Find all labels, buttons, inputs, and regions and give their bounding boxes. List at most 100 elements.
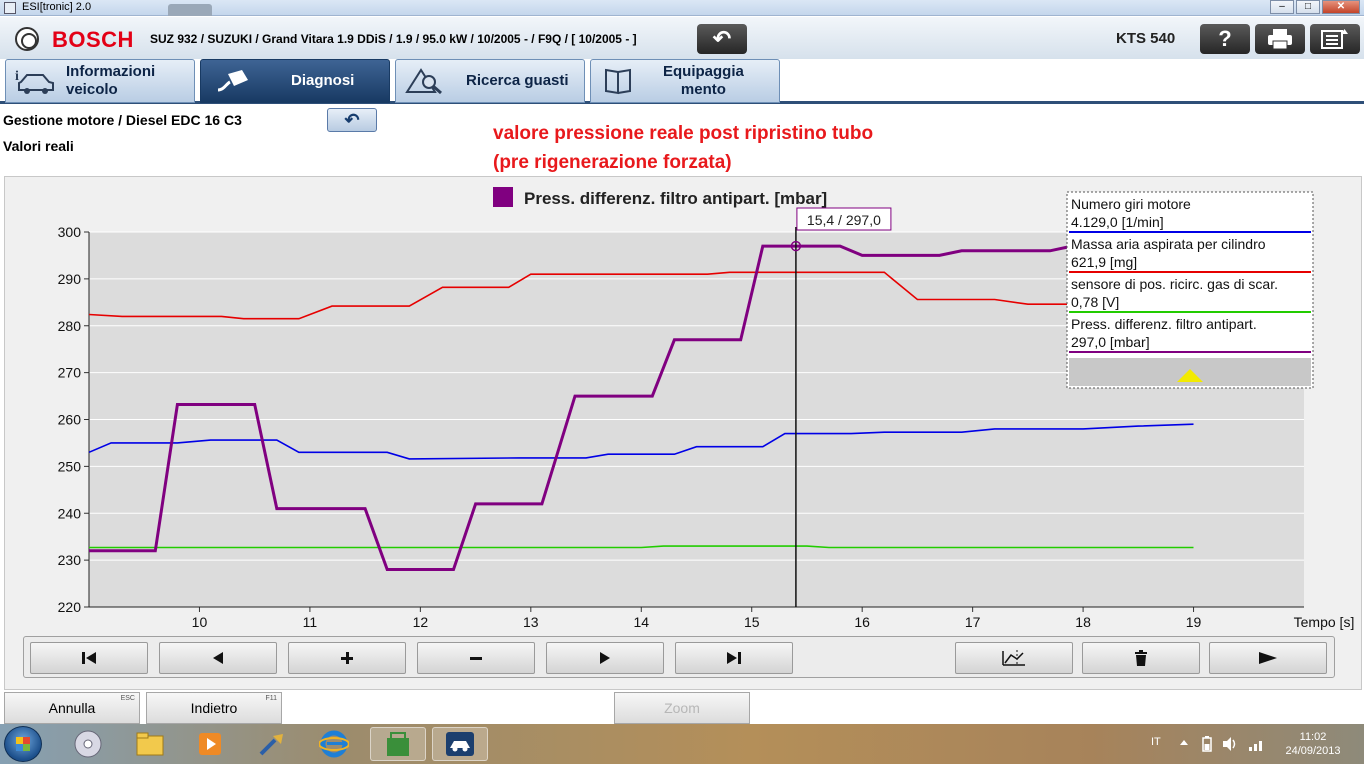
annotation-line-1: valore pressione reale post ripristino t… bbox=[493, 123, 874, 144]
chart-title-marker bbox=[493, 187, 513, 207]
tab-vehicle-info-line1: Informazioni bbox=[66, 63, 156, 80]
taskbar-media-player[interactable] bbox=[182, 727, 238, 761]
zoom-in-button[interactable] bbox=[288, 642, 406, 674]
x-tick-label: 19 bbox=[1186, 614, 1202, 630]
media-player-icon bbox=[199, 733, 221, 755]
chart-title: Press. differenz. filtro antipart. [mbar… bbox=[524, 189, 827, 208]
system-clock[interactable]: 11:02 24/09/2013 bbox=[1280, 730, 1346, 758]
trigger-button[interactable] bbox=[955, 642, 1073, 674]
print-button[interactable] bbox=[1255, 24, 1305, 54]
tab-equipment-line1: Equipaggia bbox=[663, 63, 744, 80]
x-tick-label: 13 bbox=[523, 614, 539, 630]
x-tick-label: 17 bbox=[965, 614, 981, 630]
value-panel-item-value: 621,9 [mg] bbox=[1071, 254, 1137, 270]
run-button[interactable] bbox=[1209, 642, 1327, 674]
y-tick-label: 240 bbox=[58, 505, 82, 521]
y-tick-label: 290 bbox=[58, 271, 82, 287]
taskbar-internet-explorer[interactable] bbox=[306, 727, 362, 761]
store-icon bbox=[387, 732, 409, 756]
tab-diagnosis[interactable]: Diagnosi bbox=[200, 59, 390, 103]
tools-icon bbox=[259, 734, 283, 756]
diagnostic-plug-icon bbox=[207, 65, 253, 97]
y-tick-label: 230 bbox=[58, 552, 82, 568]
minimize-button[interactable]: – bbox=[1270, 0, 1294, 14]
tab-diagnosis-line1: Diagnosi bbox=[291, 72, 355, 89]
go-last-button[interactable] bbox=[675, 642, 793, 674]
main-tabs: i Informazioni veicolo Diagnosi Ricerca g… bbox=[0, 59, 1364, 105]
tab-vehicle-info[interactable]: i Informazioni veicolo bbox=[5, 59, 195, 103]
app-header: BOSCH SUZ 932 / SUZUKI / Grand Vitara 1.… bbox=[0, 17, 1364, 59]
y-tick-label: 260 bbox=[58, 412, 82, 428]
step-forward-button[interactable] bbox=[546, 642, 664, 674]
step-back-button[interactable] bbox=[159, 642, 277, 674]
tab-vehicle-info-line2: veicolo bbox=[66, 81, 118, 98]
tab-equipment[interactable]: Equipaggia mento bbox=[590, 59, 780, 103]
maximize-button[interactable]: □ bbox=[1296, 0, 1320, 14]
menu-list-icon bbox=[1321, 29, 1348, 49]
brand-name: BOSCH bbox=[52, 27, 134, 52]
svg-text:i: i bbox=[15, 69, 19, 84]
playback-controls bbox=[23, 636, 1335, 678]
battery-icon[interactable] bbox=[1202, 736, 1212, 752]
media-disc-icon bbox=[74, 730, 102, 758]
skip-last-icon bbox=[727, 652, 741, 664]
menu-button[interactable] bbox=[1310, 24, 1360, 54]
x-tick-label: 16 bbox=[854, 614, 870, 630]
clock-time: 11:02 bbox=[1299, 731, 1327, 743]
value-panel-item-name: Press. differenz. filtro antipart. bbox=[1071, 316, 1257, 332]
value-panel-item-name: sensore di pos. ricirc. gas di scar. bbox=[1071, 276, 1278, 292]
zoom-out-button[interactable] bbox=[417, 642, 535, 674]
cancel-button[interactable]: ESC Annulla bbox=[4, 692, 140, 724]
help-button[interactable]: ? bbox=[1200, 24, 1250, 54]
x-tick-label: 14 bbox=[633, 614, 649, 630]
window-title: ESI[tronic] 2.0 bbox=[22, 1, 92, 13]
skip-first-icon bbox=[82, 652, 96, 664]
zoom-button[interactable]: Zoom bbox=[614, 692, 750, 724]
trash-icon bbox=[1135, 650, 1147, 666]
back-arrow-icon: ↶ bbox=[712, 26, 732, 51]
play-reverse-icon bbox=[213, 652, 223, 664]
taskbar-tools[interactable] bbox=[244, 727, 300, 761]
delete-button[interactable] bbox=[1082, 642, 1200, 674]
file-explorer-icon bbox=[136, 732, 164, 756]
device-label: KTS 540 bbox=[1116, 30, 1176, 47]
internet-explorer-icon bbox=[319, 730, 349, 758]
help-icon: ? bbox=[1218, 26, 1232, 51]
header-back-button[interactable]: ↶ bbox=[697, 24, 747, 54]
back-button[interactable]: F11 Indietro bbox=[146, 692, 282, 724]
taskbar-file-explorer[interactable] bbox=[122, 727, 178, 761]
volume-icon[interactable] bbox=[1222, 736, 1238, 752]
plus-icon bbox=[341, 652, 353, 664]
taskbar-store[interactable] bbox=[370, 727, 426, 761]
x-tick-label: 12 bbox=[413, 614, 429, 630]
value-panel-item-name: Numero giri motore bbox=[1071, 196, 1191, 212]
y-tick-label: 270 bbox=[58, 365, 82, 381]
window-titlebar: ESI[tronic] 2.0 – □ ✕ bbox=[0, 0, 1364, 16]
value-panel-item-name: Massa aria aspirata per cilindro bbox=[1071, 236, 1266, 252]
x-tick-label: 11 bbox=[303, 614, 318, 630]
sub-back-button[interactable]: ↶ bbox=[327, 108, 377, 132]
minus-icon bbox=[470, 657, 482, 660]
line-chart[interactable]: 220 230 240 250 260 270 280 290 300 10 11 12 13 14 15 1… bbox=[5, 177, 1363, 691]
x-tick-label: 18 bbox=[1075, 614, 1091, 630]
y-tick-label: 300 bbox=[58, 224, 82, 240]
network-icon[interactable] bbox=[1248, 736, 1266, 752]
back-button-label: Indietro bbox=[190, 700, 238, 716]
close-button[interactable]: ✕ bbox=[1322, 0, 1360, 14]
x-tick-label: 10 bbox=[192, 614, 208, 630]
language-indicator[interactable]: IT bbox=[1151, 736, 1161, 748]
printer-icon bbox=[1268, 29, 1292, 50]
start-button[interactable] bbox=[4, 726, 42, 762]
clock-date: 24/09/2013 bbox=[1285, 745, 1341, 757]
taskbar-esitronic[interactable] bbox=[432, 727, 488, 761]
back-key-hint: F11 bbox=[265, 695, 277, 702]
play-icon bbox=[1259, 652, 1277, 664]
tab-troubleshoot[interactable]: Ricerca guasti bbox=[395, 59, 585, 103]
value-panel-item-value: 4.129,0 [1/min] bbox=[1071, 214, 1164, 230]
cancel-key-hint: ESC bbox=[120, 695, 135, 702]
taskbar-media-disc[interactable] bbox=[60, 727, 116, 761]
tray-arrow-icon[interactable] bbox=[1180, 739, 1188, 747]
go-first-button[interactable] bbox=[30, 642, 148, 674]
y-tick-label: 280 bbox=[58, 318, 82, 334]
x-axis-label: Tempo [s] bbox=[1294, 614, 1355, 630]
